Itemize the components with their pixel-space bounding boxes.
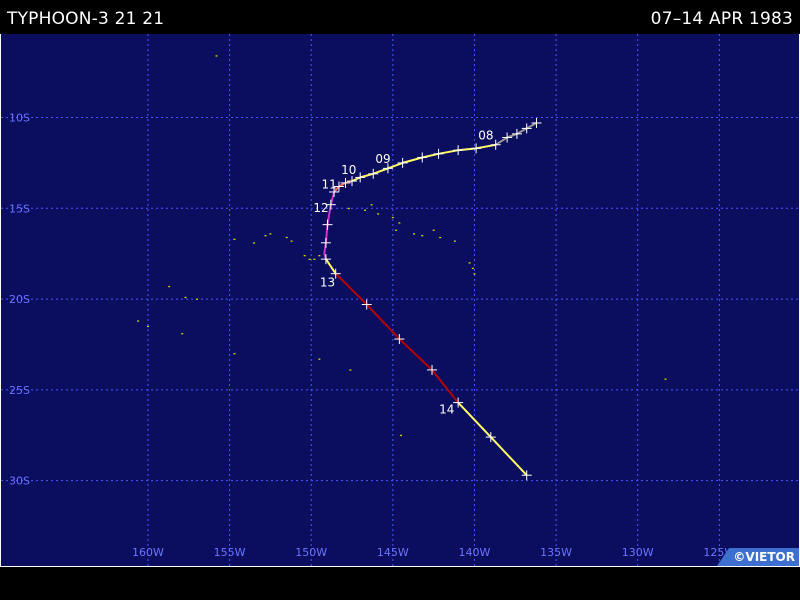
island xyxy=(318,358,321,360)
track-marker xyxy=(368,168,379,179)
island xyxy=(439,236,442,239)
track-marker xyxy=(397,157,408,168)
track-marker xyxy=(453,145,464,156)
island xyxy=(215,55,218,57)
island xyxy=(318,255,321,257)
day-label: 10 xyxy=(341,163,356,177)
track-marker xyxy=(502,132,513,143)
longitude-label: 145W xyxy=(377,546,409,559)
island xyxy=(195,298,198,300)
island xyxy=(432,229,435,231)
island xyxy=(233,353,236,355)
track-segment-weakening xyxy=(334,272,459,404)
track-marker xyxy=(433,148,444,159)
track-marker xyxy=(511,128,522,139)
island xyxy=(473,273,476,275)
track-marker xyxy=(471,143,482,154)
longitude-label: 160W xyxy=(132,546,164,559)
title-bar: TYPHOON-3 21 21 07–14 APR 1983 xyxy=(0,0,800,35)
island xyxy=(468,262,471,264)
island xyxy=(264,235,267,237)
bottom-bar xyxy=(0,567,800,600)
track-marker xyxy=(531,117,542,128)
island xyxy=(453,240,456,242)
island xyxy=(349,369,352,371)
island xyxy=(290,240,293,242)
latitude-label: 20S xyxy=(9,293,30,306)
island xyxy=(377,213,380,215)
island xyxy=(395,229,398,231)
longitude-label: 135W xyxy=(540,546,572,559)
island xyxy=(364,209,367,211)
island xyxy=(347,207,350,210)
island xyxy=(184,296,187,299)
island xyxy=(398,222,401,224)
track-marker xyxy=(417,152,428,163)
longitude-label: 150W xyxy=(295,546,327,559)
island xyxy=(285,236,288,239)
island xyxy=(253,242,256,244)
date-range: 07–14 APR 1983 xyxy=(650,9,793,29)
island xyxy=(181,333,184,335)
latitude-label: 30S xyxy=(9,475,30,488)
island xyxy=(413,233,416,235)
day-labels: 08 09 10 11 12 13 14 xyxy=(313,128,493,416)
day-label: 11 xyxy=(322,177,337,191)
island xyxy=(391,216,394,219)
island xyxy=(303,255,306,257)
island xyxy=(137,320,140,322)
track-marker xyxy=(322,219,333,230)
latitude-label: 10S xyxy=(9,112,30,125)
track-marker xyxy=(320,237,331,248)
credit-text: ©VIETOR xyxy=(733,550,795,564)
island xyxy=(269,233,272,235)
island xyxy=(421,235,424,237)
day-label: 12 xyxy=(313,201,328,215)
island xyxy=(146,325,149,328)
day-label: 14 xyxy=(439,402,454,416)
day-label: 13 xyxy=(320,275,335,289)
island xyxy=(168,285,171,288)
day-label: 09 xyxy=(375,152,390,166)
island xyxy=(233,238,236,240)
day-label: 08 xyxy=(478,128,493,142)
island xyxy=(664,378,667,380)
axis-labels: 160W 155W 150W 145W 140W 135W 130W 125W10S15S20… xyxy=(9,112,735,559)
longitude-label: 155W xyxy=(214,546,246,559)
latitude-label: 15S xyxy=(9,202,30,215)
track-segment-storm xyxy=(457,401,528,476)
track-segment-storm xyxy=(325,258,337,275)
track-marker xyxy=(521,123,532,134)
islands xyxy=(137,55,667,437)
grid-lines xyxy=(1,34,799,566)
island xyxy=(370,204,373,206)
island xyxy=(471,267,474,270)
island xyxy=(308,258,311,260)
longitude-label: 130W xyxy=(622,546,654,559)
island xyxy=(313,258,316,260)
island xyxy=(400,434,402,437)
latitude-label: 25S xyxy=(9,384,30,397)
track-map: 160W 155W 150W 145W 140W 135W 130W 125W 10S 15S 20… xyxy=(0,34,800,567)
storm-title: TYPHOON-3 21 21 xyxy=(7,9,165,29)
credit-badge: ©VIETOR xyxy=(717,548,799,566)
longitude-label: 140W xyxy=(459,546,491,559)
